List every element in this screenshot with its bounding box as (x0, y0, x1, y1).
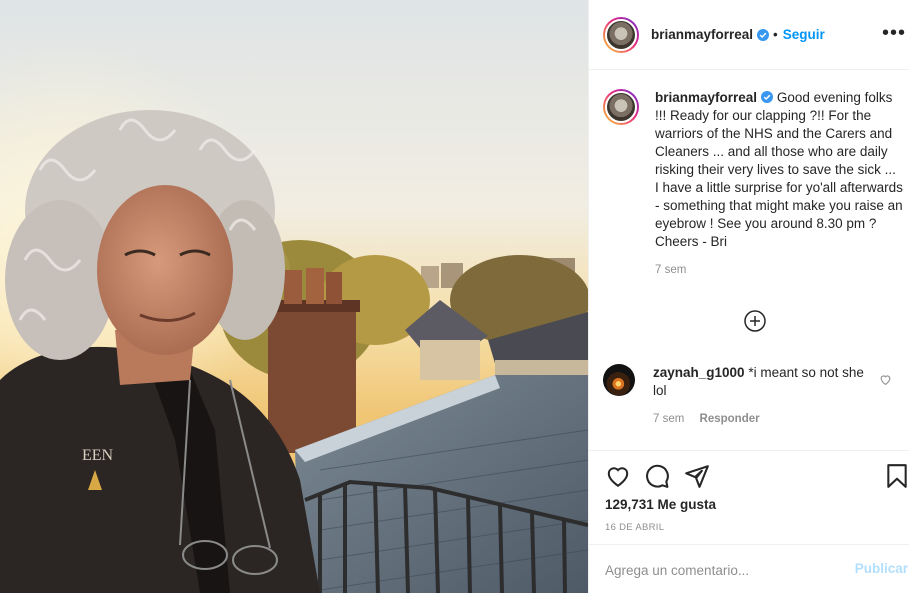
post-photo[interactable]: EEN (0, 0, 588, 593)
caption-body: brianmayforreal Good evening folks !!! R… (655, 89, 903, 276)
separator-dot: • (773, 27, 778, 42)
follow-button[interactable]: Seguir (783, 27, 825, 42)
load-more-comments-icon[interactable] (744, 310, 766, 332)
commenter-username[interactable]: zaynah_g1000 (653, 365, 745, 380)
post-side-panel: brianmayforreal • Seguir ••• brianmayfor… (588, 0, 909, 593)
comment-like-heart-icon[interactable] (879, 373, 892, 386)
avatar-image (603, 364, 635, 396)
caption-text-block: brianmayforreal Good evening folks !!! R… (655, 89, 903, 251)
verified-badge-icon (761, 91, 774, 103)
reply-button[interactable]: Responder (700, 413, 760, 425)
bookmark-icon[interactable] (884, 463, 909, 489)
caption-timestamp[interactable]: 7 sem (655, 264, 903, 276)
comment-timestamp[interactable]: 7 sem (653, 413, 684, 425)
comment-meta: 7 sem Responder (653, 413, 873, 425)
add-comment-bar: Publicar (589, 544, 909, 593)
publish-button[interactable]: Publicar (855, 561, 908, 576)
more-options-icon[interactable]: ••• (882, 23, 906, 43)
comment-icon[interactable] (644, 463, 670, 489)
caption-text: Good evening folks !!! Ready for our cla… (655, 90, 903, 249)
author-info: brianmayforreal • Seguir (651, 27, 825, 42)
comment-item: zaynah_g1000 *i meant so not she lol 7 s… (603, 364, 903, 425)
avatar-image (605, 18, 637, 51)
commenter-avatar[interactable] (603, 364, 635, 396)
post-actions: 129,731 Me gusta 16 DE ABRIL Publicar (589, 450, 909, 593)
instagram-post: EEN brianmayforreal • Seguir ••• brianma… (0, 0, 909, 593)
post-caption: brianmayforreal Good evening folks !!! R… (603, 89, 903, 276)
comment-text-block: zaynah_g1000 *i meant so not she lol (653, 364, 873, 400)
heart-icon[interactable] (605, 463, 631, 489)
post-header: brianmayforreal • Seguir ••• (589, 0, 909, 70)
verified-badge-icon (757, 28, 770, 41)
post-photo-illustration: EEN (0, 0, 588, 593)
author-avatar[interactable] (603, 16, 639, 53)
svg-text:EEN: EEN (82, 447, 114, 464)
author-username[interactable]: brianmayforreal (651, 27, 753, 42)
comment-body: zaynah_g1000 *i meant so not she lol 7 s… (653, 364, 873, 425)
caption-username[interactable]: brianmayforreal (655, 90, 757, 105)
post-date[interactable]: 16 DE ABRIL (605, 522, 664, 533)
comment-input[interactable] (605, 560, 835, 580)
avatar-image (605, 91, 637, 123)
likes-count[interactable]: 129,731 Me gusta (605, 497, 716, 512)
share-icon[interactable] (684, 463, 710, 489)
caption-avatar[interactable] (603, 89, 639, 125)
